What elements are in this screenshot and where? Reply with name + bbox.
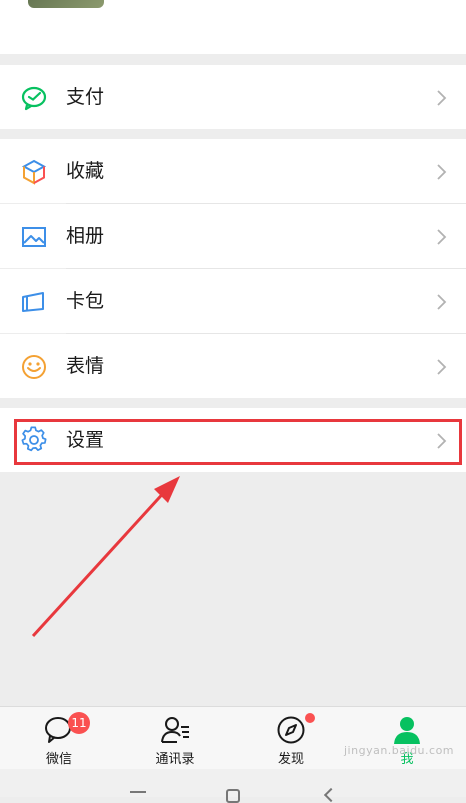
tab-bar: 11 微信 通讯录 发现 我 xyxy=(0,706,466,770)
person-icon xyxy=(394,717,420,744)
tab-label: 微信 xyxy=(45,752,72,767)
back-nav-icon[interactable] xyxy=(323,787,339,803)
tab-label: 通讯录 xyxy=(155,752,195,767)
compass-icon xyxy=(277,716,305,744)
menu-nav-icon[interactable] xyxy=(130,791,146,793)
system-nav-bar xyxy=(0,769,466,803)
watermark: jingyan.baidu.com xyxy=(344,744,455,757)
home-nav-icon[interactable] xyxy=(226,789,240,803)
tab-me[interactable]: 我 xyxy=(349,707,465,770)
contacts-icon xyxy=(161,717,189,743)
tab-contacts[interactable]: 通讯录 xyxy=(117,707,233,770)
notification-dot xyxy=(305,713,315,723)
tab-discover[interactable]: 发现 xyxy=(233,707,349,770)
tab-label: 发现 xyxy=(277,752,304,767)
annotation-arrow xyxy=(31,476,180,638)
unread-badge: 11 xyxy=(68,712,90,734)
tab-chats[interactable]: 11 微信 xyxy=(1,707,117,770)
